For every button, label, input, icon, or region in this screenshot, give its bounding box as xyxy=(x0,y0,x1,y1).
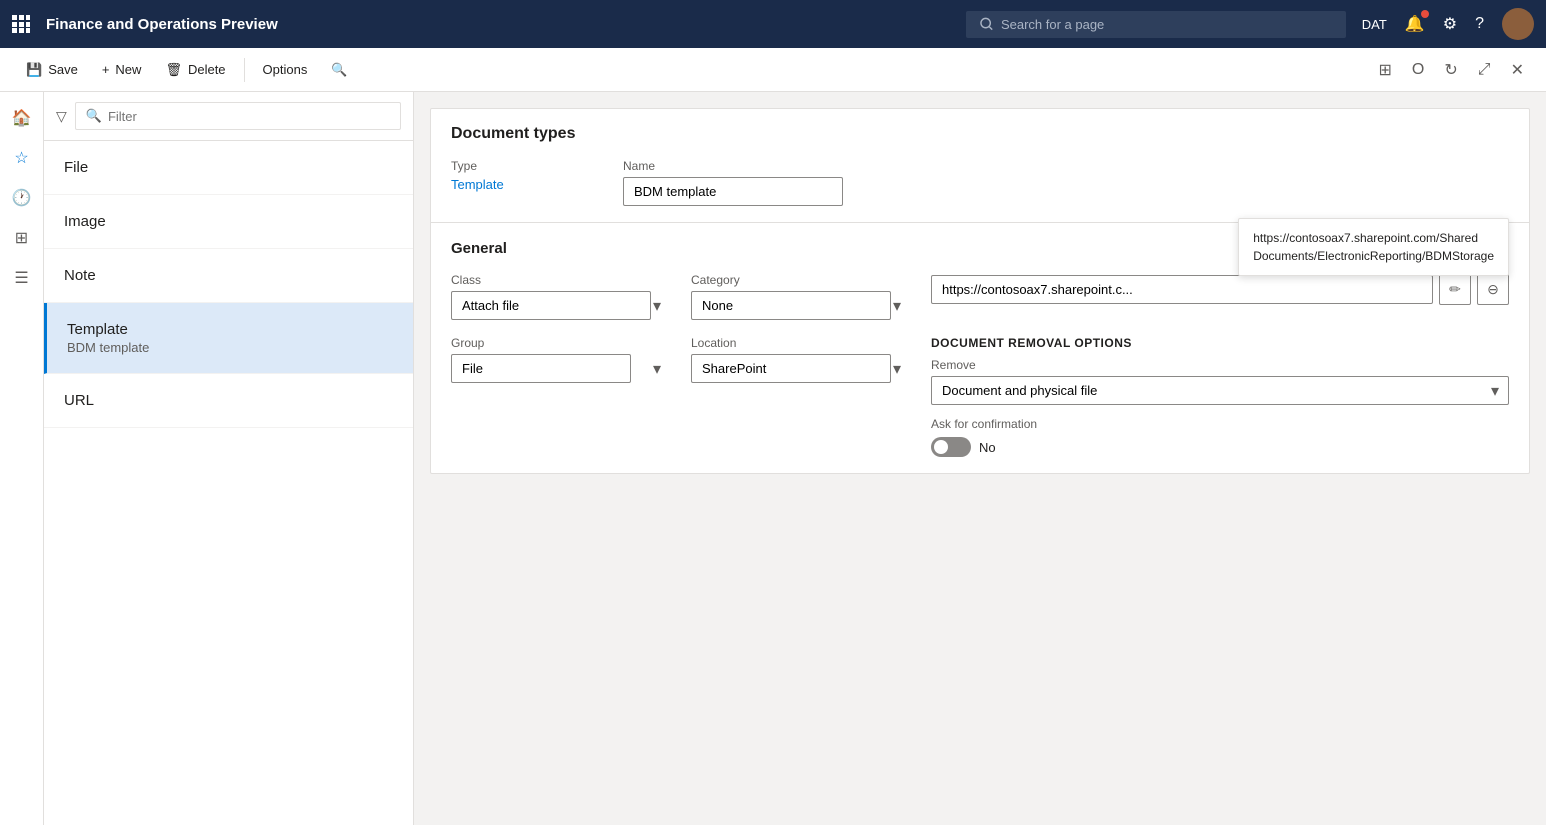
type-value[interactable]: Template xyxy=(451,177,591,192)
search-toolbar-icon: 🔍 xyxy=(331,62,347,78)
remove-group: Remove Document and physical file Docume… xyxy=(931,358,1509,405)
group-group: Group File Image Note xyxy=(451,336,671,457)
list-item-file[interactable]: File xyxy=(44,141,413,195)
expand-icon[interactable]: ⤢ xyxy=(1472,55,1497,85)
close-icon[interactable]: ✕ xyxy=(1505,54,1530,86)
save-icon: 💾 xyxy=(26,62,42,78)
location-select-wrapper: SharePoint Azure Blob Database xyxy=(691,354,911,383)
refresh-icon[interactable]: ↻ xyxy=(1438,54,1463,86)
category-select[interactable]: None Category A xyxy=(691,291,891,320)
delete-button[interactable]: 🗑 Delete xyxy=(155,56,235,84)
ask-confirmation-group: Ask for confirmation No xyxy=(931,417,1509,457)
list-panel-header: ▽ 🔍 xyxy=(44,92,413,141)
search-input[interactable] xyxy=(1001,17,1332,32)
document-types-section: Document types Type Template Name Genera… xyxy=(430,108,1530,474)
office-icon[interactable]: O xyxy=(1406,55,1430,85)
sidebar-modules-icon[interactable]: ☰ xyxy=(4,260,40,296)
toggle-value: No xyxy=(979,440,996,455)
user-avatar[interactable] xyxy=(1502,8,1534,40)
environment-label: DAT xyxy=(1362,17,1387,32)
general-title: General xyxy=(451,240,507,257)
general-section: General None | SharePoint ▲ Class xyxy=(431,222,1529,473)
filter-icon[interactable]: ▽ xyxy=(56,108,67,125)
help-icon[interactable]: ? xyxy=(1475,15,1484,33)
remove-select-wrapper: Document and physical file Document only… xyxy=(931,376,1509,405)
list-item-url[interactable]: URL xyxy=(44,374,413,428)
remove-select[interactable]: Document and physical file Document only… xyxy=(931,376,1509,405)
sidebar-home-icon[interactable]: 🏠 xyxy=(4,100,40,136)
notifications-button[interactable]: 🔔 xyxy=(1405,14,1425,34)
list-item-image[interactable]: Image xyxy=(44,195,413,249)
toggle-row: No xyxy=(931,437,1509,457)
personalize-icon[interactable]: ⊞ xyxy=(1373,54,1398,86)
list-item-template[interactable]: Template BDM template xyxy=(44,303,413,374)
settings-icon[interactable]: ⚙ xyxy=(1443,14,1457,34)
remove-label: Remove xyxy=(931,358,1509,372)
delete-icon: 🗑 xyxy=(165,62,182,78)
notification-dot xyxy=(1421,10,1429,18)
nav-grid-icon[interactable] xyxy=(12,15,30,33)
type-label: Type xyxy=(451,159,591,173)
filter-search-icon: 🔍 xyxy=(86,108,102,124)
class-select-wrapper: Attach file URL Note xyxy=(451,291,671,320)
name-input[interactable] xyxy=(623,177,843,206)
group-select-wrapper: File Image Note xyxy=(451,354,671,383)
options-button[interactable]: Options xyxy=(253,56,318,83)
group-label: Group xyxy=(451,336,671,350)
list-panel: ▽ 🔍 File Image Note Template BDM templat… xyxy=(44,92,414,825)
location-label: Location xyxy=(691,336,911,350)
location-select[interactable]: SharePoint Azure Blob Database xyxy=(691,354,891,383)
more-url-button[interactable]: ⊖ xyxy=(1477,273,1509,305)
sidebar-favorites-icon[interactable]: ☆ xyxy=(4,140,40,176)
sharepoint-url-group: https://contosoax7.sharepoint.com/Shared… xyxy=(931,273,1509,320)
document-types-content: Document types Type Template Name xyxy=(431,109,1529,222)
main-layout: 🏠 ☆ 🕐 ⊞ ☰ ▽ 🔍 File Image Note Template xyxy=(0,92,1546,825)
ask-confirmation-toggle[interactable] xyxy=(931,437,971,457)
filter-input[interactable] xyxy=(108,109,390,124)
ask-confirmation-label: Ask for confirmation xyxy=(931,417,1509,431)
sharepoint-url-input[interactable] xyxy=(931,275,1433,304)
sharepoint-url-row: ✏ ⊖ xyxy=(931,273,1509,305)
filter-input-wrapper: 🔍 xyxy=(75,102,401,130)
fields-grid: Class Attach file URL Note Category xyxy=(451,273,1509,320)
section-title: Document types xyxy=(451,125,1509,143)
save-button[interactable]: 💾 Save xyxy=(16,56,88,84)
search-icon xyxy=(980,17,993,31)
edit-url-button[interactable]: ✏ xyxy=(1439,273,1471,305)
add-icon: + xyxy=(102,62,110,77)
list-item-note[interactable]: Note xyxy=(44,249,413,303)
search-toolbar-button[interactable]: 🔍 xyxy=(321,56,357,84)
class-select[interactable]: Attach file URL Note xyxy=(451,291,651,320)
toolbar-divider xyxy=(244,58,245,82)
fields-row2: Group File Image Note Location xyxy=(451,336,1509,457)
sidebar-workspaces-icon[interactable]: ⊞ xyxy=(4,220,40,256)
top-navbar: Finance and Operations Preview DAT 🔔 ⚙ ? xyxy=(0,0,1546,48)
category-group: Category None Category A xyxy=(691,273,911,320)
global-search[interactable] xyxy=(966,11,1346,38)
type-name-row: Type Template Name xyxy=(451,159,1509,206)
removal-title: DOCUMENT REMOVAL OPTIONS xyxy=(931,336,1509,350)
toolbar: 💾 Save + New 🗑 Delete Options 🔍 ⊞ O ↻ ⤢ … xyxy=(0,48,1546,92)
nav-icons: DAT 🔔 ⚙ ? xyxy=(1362,8,1534,40)
name-label: Name xyxy=(623,159,843,173)
location-group: Location SharePoint Azure Blob Database xyxy=(691,336,911,457)
class-group: Class Attach file URL Note xyxy=(451,273,671,320)
new-button[interactable]: + New xyxy=(92,56,152,83)
category-label: Category xyxy=(691,273,911,287)
list-items: File Image Note Template BDM template UR… xyxy=(44,141,413,825)
name-group: Name xyxy=(623,159,843,206)
detail-panel: Document types Type Template Name Genera… xyxy=(414,92,1546,825)
sharepoint-tooltip: https://contosoax7.sharepoint.com/Shared… xyxy=(1238,218,1509,276)
sidebar-recent-icon[interactable]: 🕐 xyxy=(4,180,40,216)
class-label: Class xyxy=(451,273,671,287)
app-title: Finance and Operations Preview xyxy=(46,16,278,33)
type-group: Type Template xyxy=(451,159,591,206)
category-select-wrapper: None Category A xyxy=(691,291,911,320)
toggle-thumb xyxy=(934,440,948,454)
group-select[interactable]: File Image Note xyxy=(451,354,631,383)
sidebar-icon-panel: 🏠 ☆ 🕐 ⊞ ☰ xyxy=(0,92,44,825)
toolbar-right: ⊞ O ↻ ⤢ ✕ xyxy=(1373,54,1530,86)
removal-section: DOCUMENT REMOVAL OPTIONS Remove Document… xyxy=(931,336,1509,457)
